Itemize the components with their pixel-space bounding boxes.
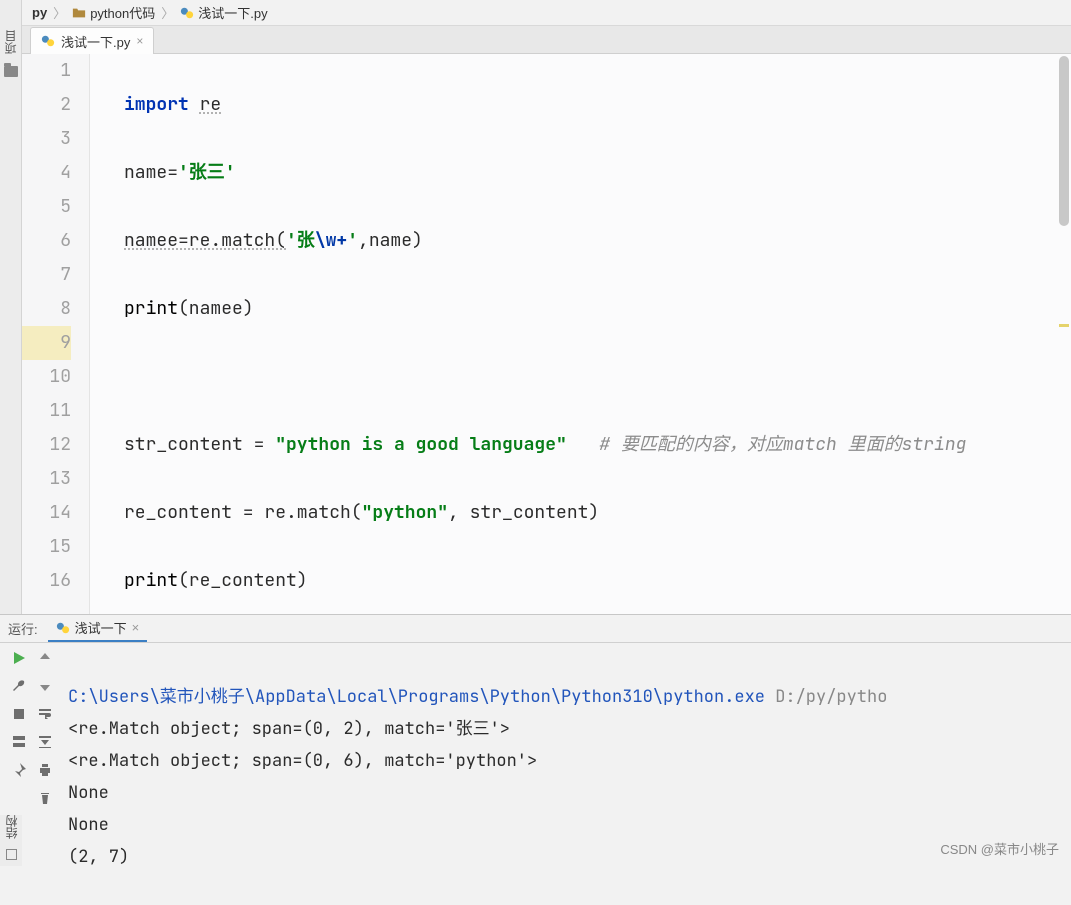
pin-icon[interactable] bbox=[10, 761, 28, 779]
editor-tab-label: 浅试一下.py bbox=[61, 32, 130, 51]
run-panel: 运行: 浅试一下 × C:\Users\菜市小 bbox=[0, 614, 1071, 844]
scrollbar-marker bbox=[1059, 324, 1069, 327]
chevron-right-icon: 〉 bbox=[161, 3, 174, 22]
run-tab[interactable]: 浅试一下 × bbox=[48, 615, 148, 642]
wrench-icon[interactable] bbox=[10, 677, 28, 695]
console-line: None bbox=[68, 782, 109, 804]
trash-icon[interactable] bbox=[36, 789, 54, 807]
run-label: 运行: bbox=[8, 619, 38, 638]
breadcrumb-root[interactable]: py bbox=[32, 5, 47, 20]
project-label: 项目 bbox=[2, 30, 19, 54]
console-line: <re.Match object; span=(0, 2), match='张三… bbox=[68, 718, 510, 740]
breadcrumb-file-label: 浅试一下.py bbox=[198, 3, 267, 22]
close-icon[interactable]: × bbox=[136, 34, 143, 48]
print-icon[interactable] bbox=[36, 761, 54, 779]
editor-scrollbar[interactable] bbox=[1059, 56, 1069, 614]
close-icon[interactable]: × bbox=[132, 620, 140, 635]
python-file-icon bbox=[41, 34, 55, 48]
editor-tab-bar: 浅试一下.py × bbox=[22, 26, 1071, 54]
python-file-icon bbox=[56, 621, 70, 635]
layout-icon[interactable] bbox=[10, 733, 28, 751]
run-header: 运行: 浅试一下 × bbox=[0, 615, 1071, 643]
breadcrumb-folder[interactable]: python代码 bbox=[72, 3, 155, 22]
script-arg: D:/py/pytho bbox=[765, 686, 887, 708]
scroll-to-end-icon[interactable] bbox=[36, 733, 54, 751]
folder-icon bbox=[72, 6, 86, 20]
code-content[interactable]: import re name='张三' namee=re.match('张\w+… bbox=[90, 54, 1071, 614]
stop-button[interactable] bbox=[10, 705, 28, 723]
down-arrow-icon[interactable] bbox=[36, 677, 54, 695]
run-tab-label: 浅试一下 bbox=[75, 618, 127, 637]
interpreter-path: C:\Users\菜市小桃子\AppData\Local\Programs\Py… bbox=[68, 686, 765, 708]
editor-tab[interactable]: 浅试一下.py × bbox=[30, 27, 154, 55]
chevron-right-icon: 〉 bbox=[53, 3, 66, 22]
console-line: (2, 7) bbox=[68, 846, 129, 868]
watermark: CSDN @菜市小桃子 bbox=[940, 839, 1059, 858]
project-sidebar[interactable]: 项目 bbox=[0, 0, 22, 614]
breadcrumb-file[interactable]: 浅试一下.py bbox=[180, 3, 267, 22]
line-gutter: 1234 5678 9101112 13141516 bbox=[22, 54, 90, 614]
console-line: None bbox=[68, 814, 109, 836]
scrollbar-thumb[interactable] bbox=[1059, 56, 1069, 226]
structure-label: 结构 bbox=[3, 815, 20, 839]
folder-icon bbox=[4, 66, 18, 77]
console-line: <re.Match object; span=(0, 6), match='py… bbox=[68, 750, 537, 772]
up-arrow-icon[interactable] bbox=[36, 649, 54, 667]
breadcrumb: py 〉 python代码 〉 浅试一下.py bbox=[22, 0, 1071, 26]
code-editor[interactable]: 1234 5678 9101112 13141516 import re nam… bbox=[22, 54, 1071, 614]
structure-icon bbox=[6, 849, 17, 860]
structure-sidebar[interactable]: 结构 bbox=[0, 815, 22, 866]
soft-wrap-icon[interactable] bbox=[36, 705, 54, 723]
run-button[interactable] bbox=[10, 649, 28, 667]
breadcrumb-folder-label: python代码 bbox=[90, 3, 155, 22]
python-file-icon bbox=[180, 6, 194, 20]
breadcrumb-root-label: py bbox=[32, 5, 47, 20]
